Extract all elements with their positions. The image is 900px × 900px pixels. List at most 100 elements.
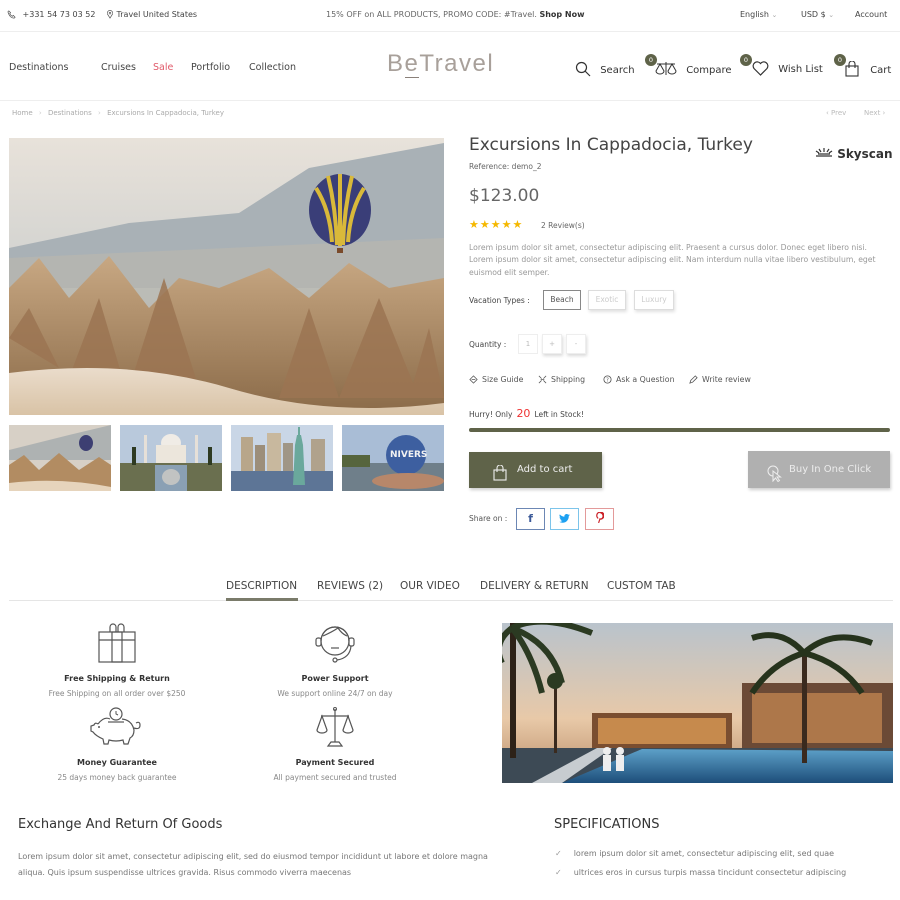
nav-sale[interactable]: Sale	[153, 62, 173, 73]
vacation-type-beach[interactable]: Beach	[543, 290, 581, 310]
piggy-bank-icon	[90, 706, 144, 752]
account-link[interactable]: Account	[855, 10, 887, 19]
cart-button[interactable]: Cart	[845, 60, 892, 80]
share-label: Share on :	[469, 514, 508, 523]
phone-icon	[7, 10, 16, 19]
thumbnail-cappadocia[interactable]	[9, 425, 111, 491]
logo[interactable]: BeTravel	[387, 50, 494, 78]
shopping-bag-icon	[493, 461, 507, 497]
shipping-link[interactable]: Shipping	[538, 375, 585, 384]
breadcrumb-separator: ›	[38, 109, 42, 117]
search-label: Search	[600, 65, 635, 76]
quantity-plus-button[interactable]: +	[542, 334, 562, 354]
quantity-label: Quantity :	[469, 340, 507, 349]
tab-our-video[interactable]: OUR VIDEO	[400, 580, 460, 592]
add-to-cart-button[interactable]: Add to cart	[469, 452, 602, 488]
next-link[interactable]: Next ›	[864, 109, 885, 117]
tab-delivery-return[interactable]: DELIVERY & RETURN	[480, 580, 589, 592]
feature-subtitle: Free Shipping on all order over $250	[48, 689, 186, 698]
nav-portfolio[interactable]: Portfolio	[191, 62, 230, 73]
cart-label: Cart	[870, 65, 892, 76]
tab-description[interactable]: DESCRIPTION	[226, 580, 297, 592]
tab-divider	[9, 600, 893, 601]
phone-number: +331 54 73 03 52	[22, 10, 96, 19]
share-facebook-button[interactable]: f	[516, 508, 545, 530]
quantity-input[interactable]: 1	[518, 334, 538, 354]
tab-reviews[interactable]: REVIEWS (2)	[317, 580, 383, 592]
thumbnail-taj-mahal[interactable]	[120, 425, 222, 491]
compare-scales-icon	[655, 62, 677, 80]
feature-money-guarantee: Money Guarantee 25 days money back guara…	[7, 758, 227, 782]
wishlist-count-badge: 0	[740, 54, 752, 66]
spec-text: lorem ipsum dolor sit amet, consectetur …	[573, 849, 835, 858]
sunrise-icon	[815, 147, 833, 161]
feature-power-support: Power Support We support online 24/7 on …	[225, 674, 445, 698]
spec-item: ✓ lorem ipsum dolor sit amet, consectetur…	[555, 849, 834, 858]
exchange-text: Lorem ipsum dolor sit amet, consectetur …	[18, 852, 488, 877]
nav-cruises[interactable]: Cruises	[101, 62, 136, 73]
size-guide-label: Size Guide	[482, 375, 524, 384]
shipping-icon	[538, 375, 551, 384]
logo-letter: e	[404, 50, 420, 78]
stock-suffix: Left in Stock!	[534, 410, 584, 419]
write-review-link[interactable]: Write review	[689, 375, 751, 384]
facebook-icon: f	[528, 512, 533, 525]
ask-question-link[interactable]: ? Ask a Question	[603, 375, 675, 384]
breadcrumb-home[interactable]: Home	[12, 109, 33, 117]
product-reference: Reference: demo_2	[469, 162, 542, 171]
write-review-label: Write review	[702, 375, 751, 384]
cursor-click-icon	[767, 461, 782, 498]
prev-link[interactable]: ‹ Prev	[826, 109, 846, 117]
review-count-link[interactable]: 2 Review(s)	[541, 221, 585, 230]
logo-letter: B	[387, 50, 405, 77]
location[interactable]: Travel United States	[106, 10, 197, 19]
check-icon: ✓	[555, 849, 562, 858]
heart-icon	[752, 61, 769, 79]
product-title: Excursions In Cappadocia, Turkey	[469, 135, 753, 155]
thumbnail-universal[interactable]: NIVERS	[342, 425, 444, 491]
svg-text:NIVERS: NIVERS	[390, 450, 427, 460]
shop-now-link[interactable]: Shop Now	[539, 10, 584, 19]
location-text: Travel United States	[116, 10, 198, 19]
resort-image	[502, 623, 893, 783]
search-button[interactable]: Search	[575, 61, 635, 80]
brand-logo[interactable]: Skyscan	[815, 147, 893, 161]
currency-select[interactable]: USD $ ⌄	[801, 10, 834, 19]
vacation-type-exotic[interactable]: Exotic	[588, 290, 626, 310]
tab-custom[interactable]: CUSTOM TAB	[607, 580, 676, 592]
language-select[interactable]: English ⌄	[740, 10, 777, 19]
ruler-icon	[469, 375, 482, 384]
shipping-label: Shipping	[551, 375, 586, 384]
quantity-minus-button[interactable]: -	[566, 334, 586, 354]
thumbnail-new-york[interactable]	[231, 425, 333, 491]
feature-title: Free Shipping & Return	[64, 674, 170, 683]
add-to-cart-label: Add to cart	[517, 464, 573, 475]
feature-subtitle: 25 days money back guarantee	[57, 773, 177, 782]
twitter-icon	[559, 512, 570, 525]
gift-icon	[96, 622, 138, 668]
share-twitter-button[interactable]	[550, 508, 579, 530]
wishlist-button[interactable]: Wish List	[752, 61, 823, 79]
feature-payment-secured: Payment Secured All payment secured and …	[225, 758, 445, 782]
stock-prefix: Hurry! Only	[469, 410, 513, 419]
product-main-image[interactable]	[9, 138, 444, 415]
language-value: English	[740, 10, 769, 19]
vacation-type-luxury[interactable]: Luxury	[634, 290, 674, 310]
spec-text: ultrices eros in cursus turpis massa tin…	[573, 868, 847, 877]
product-price: $123.00	[469, 186, 540, 206]
scales-icon	[315, 706, 355, 752]
nav-collection[interactable]: Collection	[249, 62, 296, 73]
promo-banner: 15% OFF on ALL PRODUCTS, PROMO CODE: #Tr…	[326, 10, 585, 19]
share-pinterest-button[interactable]	[585, 508, 614, 530]
question-circle-icon: ?	[603, 375, 616, 384]
rating-stars: ★★★★★	[469, 218, 524, 231]
compare-button[interactable]: Compare	[655, 61, 732, 80]
phone-contact[interactable]: +331 54 73 03 52	[7, 10, 95, 19]
nav-destinations[interactable]: Destinations	[9, 62, 68, 73]
stock-message: Hurry! Only 20 Left in Stock!	[469, 407, 584, 420]
buy-one-click-button[interactable]: Buy In One Click	[748, 451, 890, 488]
breadcrumb-destinations[interactable]: Destinations	[48, 109, 92, 117]
size-guide-link[interactable]: Size Guide	[469, 375, 523, 384]
specifications-heading: SPECIFICATIONS	[554, 817, 660, 832]
ask-question-label: Ask a Question	[616, 375, 675, 384]
